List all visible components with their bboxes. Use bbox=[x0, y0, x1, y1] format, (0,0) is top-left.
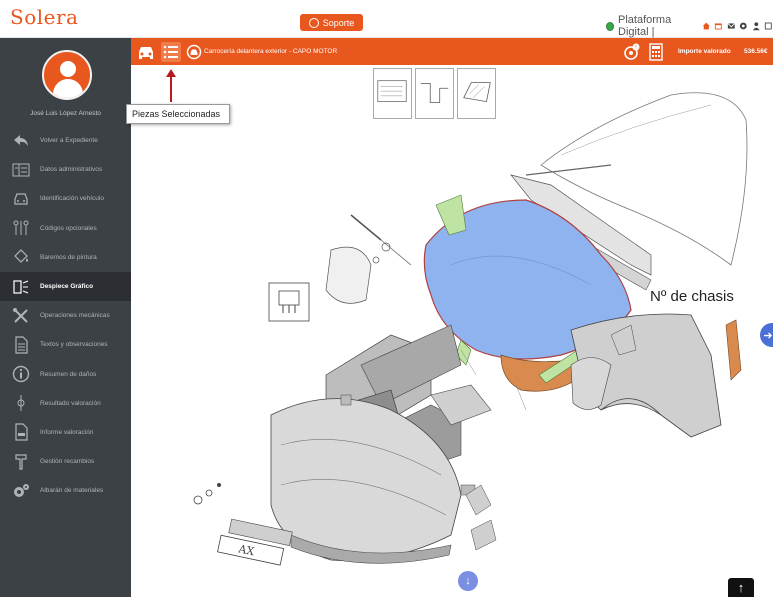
wrench-screwdriver-icon bbox=[12, 307, 30, 325]
user-avatar[interactable] bbox=[42, 50, 92, 100]
breadcrumb: Carrocería delantera exterior - CAPO MOT… bbox=[204, 48, 338, 55]
arrow-up-icon: ↑ bbox=[737, 580, 745, 595]
sidebar-item-label: Identificación vehículo bbox=[40, 195, 104, 203]
sidebar-item-label: Despiece Gráfico bbox=[40, 283, 94, 291]
logout-icon[interactable] bbox=[764, 21, 773, 31]
car-icon bbox=[139, 47, 153, 59]
info-icon bbox=[12, 365, 30, 383]
amount-label: Importe valorado bbox=[678, 48, 731, 55]
parts-toolbar: Carrocería delantera exterior - CAPO MOT… bbox=[131, 38, 773, 65]
sidebar-item-baremos-pintura[interactable]: Baremos de pintura bbox=[0, 243, 131, 272]
sidebar-item-datos-administrativos[interactable]: Datos administrativos bbox=[0, 155, 131, 184]
sidebar-item-label: Informe valoración bbox=[40, 428, 94, 436]
calculator-icon bbox=[649, 43, 663, 61]
sidebar-item-codigos-opcionales[interactable]: Códigos opcionales bbox=[0, 214, 131, 243]
back-arrow-icon bbox=[12, 132, 30, 150]
sidebar-item-label: Resumen de daños bbox=[40, 370, 97, 378]
vehicle-button[interactable] bbox=[136, 42, 156, 62]
status-online-icon bbox=[606, 21, 614, 31]
gauge-icon bbox=[12, 394, 30, 412]
exploded-view-icon bbox=[12, 278, 30, 296]
sidebar-item-label: Operaciones mecánicas bbox=[40, 312, 110, 320]
svg-text:!: ! bbox=[635, 45, 636, 51]
user-icon[interactable] bbox=[752, 21, 761, 31]
form-icon bbox=[12, 161, 30, 179]
paint-bucket-icon bbox=[12, 248, 30, 266]
sidebar-item-textos-observaciones[interactable]: Textos y observaciones bbox=[0, 330, 131, 359]
calendar-icon[interactable] bbox=[714, 21, 723, 31]
sidebar-item-resultado-valoracion[interactable]: Resultado valoración bbox=[0, 389, 131, 418]
chassis-number-annotation: Nº de chasis bbox=[650, 288, 734, 305]
user-name: José Luis López Arnesto bbox=[30, 110, 101, 117]
sidebar-item-label: Gestión recambios bbox=[40, 458, 95, 466]
search-vehicle-button[interactable] bbox=[184, 42, 204, 62]
globe-icon bbox=[308, 17, 319, 28]
sidebar-item-operaciones-mecanicas[interactable]: Operaciones mecánicas bbox=[0, 301, 131, 330]
sidebar-item-volver-expediente[interactable]: Volver a Expediente bbox=[0, 126, 131, 155]
sidebar-menu: Volver a Expediente Datos administrativo… bbox=[0, 126, 131, 505]
thumbnail-windshield[interactable] bbox=[457, 68, 496, 119]
document-icon bbox=[12, 336, 30, 354]
exploded-parts-diagram[interactable]: AX bbox=[131, 65, 773, 597]
sidebar-item-label: Códigos opcionales bbox=[40, 224, 97, 232]
pdf-icon bbox=[12, 423, 30, 442]
sidebar: José Luis López Arnesto Volver a Expedie… bbox=[0, 38, 131, 597]
home-icon[interactable] bbox=[702, 21, 711, 31]
app-window: Solera Soporte Plataforma Digital | José… bbox=[0, 0, 773, 597]
car-front-icon bbox=[12, 190, 30, 208]
selected-parts-button[interactable] bbox=[161, 42, 181, 62]
sidebar-item-informe-valoracion[interactable]: Informe valoración bbox=[0, 418, 131, 447]
list-icon bbox=[163, 45, 178, 59]
sidebar-item-label: Baremos de pintura bbox=[40, 253, 97, 261]
arrow-right-icon: ➜ bbox=[763, 329, 773, 342]
sidebar-item-label: Albarán de materiales bbox=[40, 487, 104, 495]
mail-icon[interactable] bbox=[727, 21, 736, 31]
platform-status: Plataforma Digital | bbox=[606, 14, 773, 38]
thumbnail-label-diagram[interactable] bbox=[373, 68, 412, 119]
sidebar-item-resumen-danos[interactable]: Resumen de daños bbox=[0, 360, 131, 389]
support-label: Soporte bbox=[322, 17, 355, 28]
sidebar-item-label: Volver a Expediente bbox=[40, 137, 98, 145]
scroll-top-button[interactable]: ↑ bbox=[728, 578, 754, 597]
calculator-button[interactable] bbox=[646, 42, 666, 62]
gear-alert-icon: ! bbox=[624, 43, 640, 60]
selected-parts-tooltip: Piezas Seleccionadas bbox=[126, 104, 230, 124]
sidebar-item-albaran-materiales[interactable]: Albarán de materiales bbox=[0, 476, 131, 505]
sidebar-item-label: Textos y observaciones bbox=[40, 341, 108, 349]
gears-icon bbox=[12, 482, 30, 500]
solera-logo[interactable]: Solera bbox=[10, 5, 78, 29]
sidebar-item-gestion-recambios[interactable]: Gestión recambios bbox=[0, 447, 131, 476]
scroll-down-button[interactable]: ↓ bbox=[458, 571, 478, 591]
parts-icon bbox=[12, 453, 30, 471]
red-pointer-arrow bbox=[166, 69, 176, 102]
top-bar: Solera Soporte Plataforma Digital | bbox=[0, 0, 773, 38]
search-car-icon bbox=[186, 44, 202, 60]
settings-gear-icon[interactable] bbox=[739, 21, 748, 31]
sidebar-item-despiece-grafico[interactable]: Despiece Gráfico bbox=[0, 271, 131, 302]
view-thumbnails bbox=[373, 68, 496, 119]
sidebar-item-label: Resultado valoración bbox=[40, 399, 101, 407]
amount-value: 536.56€ bbox=[744, 48, 768, 55]
thumbnail-wiring[interactable] bbox=[415, 68, 454, 119]
options-icon bbox=[12, 219, 30, 237]
support-button[interactable]: Soporte bbox=[300, 14, 363, 31]
arrow-down-icon: ↓ bbox=[465, 575, 471, 587]
sidebar-item-label: Datos administrativos bbox=[40, 166, 103, 174]
alerts-button[interactable]: ! bbox=[622, 42, 642, 62]
sidebar-item-identificacion-vehiculo[interactable]: Identificación vehículo bbox=[0, 184, 131, 213]
platform-label: Plataforma Digital | bbox=[618, 14, 672, 38]
